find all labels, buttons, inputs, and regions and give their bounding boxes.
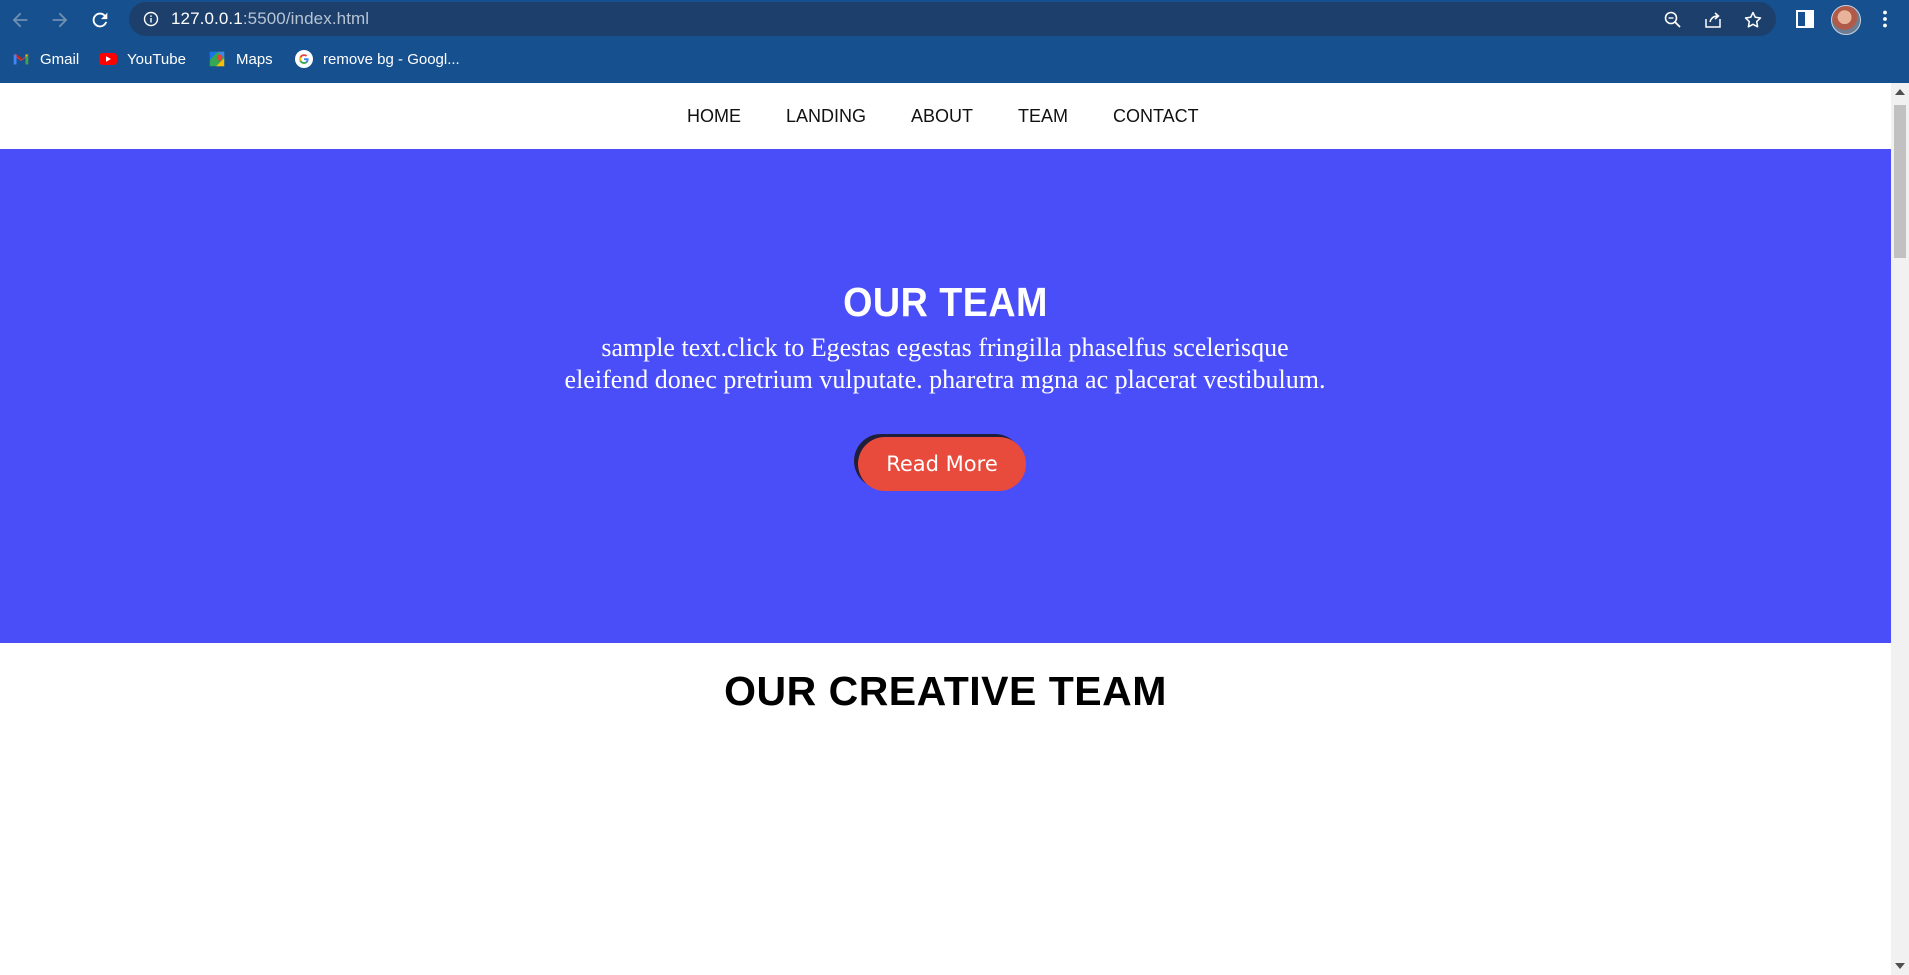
vertical-scrollbar[interactable] [1891, 83, 1909, 975]
bookmark-label: Gmail [40, 50, 80, 68]
site-navigation: HOME LANDING ABOUT TEAM CONTACT [0, 83, 1891, 149]
youtube-icon [98, 49, 118, 69]
nav-contact[interactable]: CONTACT [1113, 83, 1199, 149]
nav-home[interactable]: HOME [687, 83, 741, 149]
forward-arrow-icon [52, 12, 68, 27]
bookmark-youtube[interactable]: YouTube [98, 39, 186, 79]
hero-section: OUR TEAM sample text.click to Egestas eg… [0, 149, 1891, 643]
url-host: 127.0.0.1 [171, 9, 243, 28]
back-button[interactable] [0, 0, 40, 39]
scroll-down-arrow-icon[interactable] [1895, 963, 1905, 969]
nav-landing[interactable]: LANDING [786, 83, 866, 149]
profile-avatar[interactable] [1831, 5, 1861, 35]
scrollbar-thumb[interactable] [1894, 105, 1906, 258]
hero-description: sample text.click to Egestas egestas fri… [520, 332, 1370, 396]
hero-description-line-2: eleifend donec pretrium vulputate. phare… [564, 365, 1326, 394]
bookmarks-bar: Gmail YouTube Maps remove bg - Googl... [0, 39, 1909, 83]
info-icon[interactable] [143, 11, 159, 27]
back-arrow-icon [12, 12, 28, 27]
bookmark-maps[interactable]: Maps [207, 39, 273, 79]
reload-button[interactable] [80, 0, 120, 39]
bookmark-label: remove bg - Googl... [323, 50, 460, 68]
google-icon [294, 49, 314, 69]
bookmark-label: YouTube [127, 50, 186, 68]
nav-about[interactable]: ABOUT [911, 83, 973, 149]
bookmark-gmail[interactable]: Gmail [11, 39, 79, 79]
scroll-up-arrow-icon[interactable] [1895, 89, 1905, 95]
maps-icon [207, 49, 227, 69]
bookmark-label: Maps [236, 50, 273, 68]
nav-team[interactable]: TEAM [1018, 83, 1068, 149]
url-text: 127.0.0.1:5500/index.html [171, 2, 369, 36]
share-icon[interactable] [1703, 10, 1723, 30]
side-panel-icon[interactable] [1794, 8, 1816, 30]
read-more-button[interactable]: Read More [858, 437, 1026, 491]
hero-description-line-1: sample text.click to Egestas egestas fri… [601, 333, 1289, 362]
forward-button[interactable] [40, 0, 80, 39]
zoom-icon[interactable] [1663, 10, 1683, 30]
url-path: :5500/index.html [242, 9, 370, 28]
address-bar[interactable]: 127.0.0.1:5500/index.html [129, 2, 1776, 36]
bookmark-remove-bg[interactable]: remove bg - Googl... [294, 39, 460, 79]
bookmark-star-icon[interactable] [1743, 10, 1763, 30]
gmail-icon [11, 49, 31, 69]
creative-team-title: OUR CREATIVE TEAM [724, 668, 1167, 714]
menu-dots-icon[interactable] [1874, 8, 1896, 30]
browser-toolbar: 127.0.0.1:5500/index.html [0, 0, 1909, 39]
page-viewport: HOME LANDING ABOUT TEAM CONTACT OUR TEAM… [0, 83, 1891, 975]
hero-title: OUR TEAM [843, 279, 1048, 325]
reload-icon [92, 12, 108, 27]
